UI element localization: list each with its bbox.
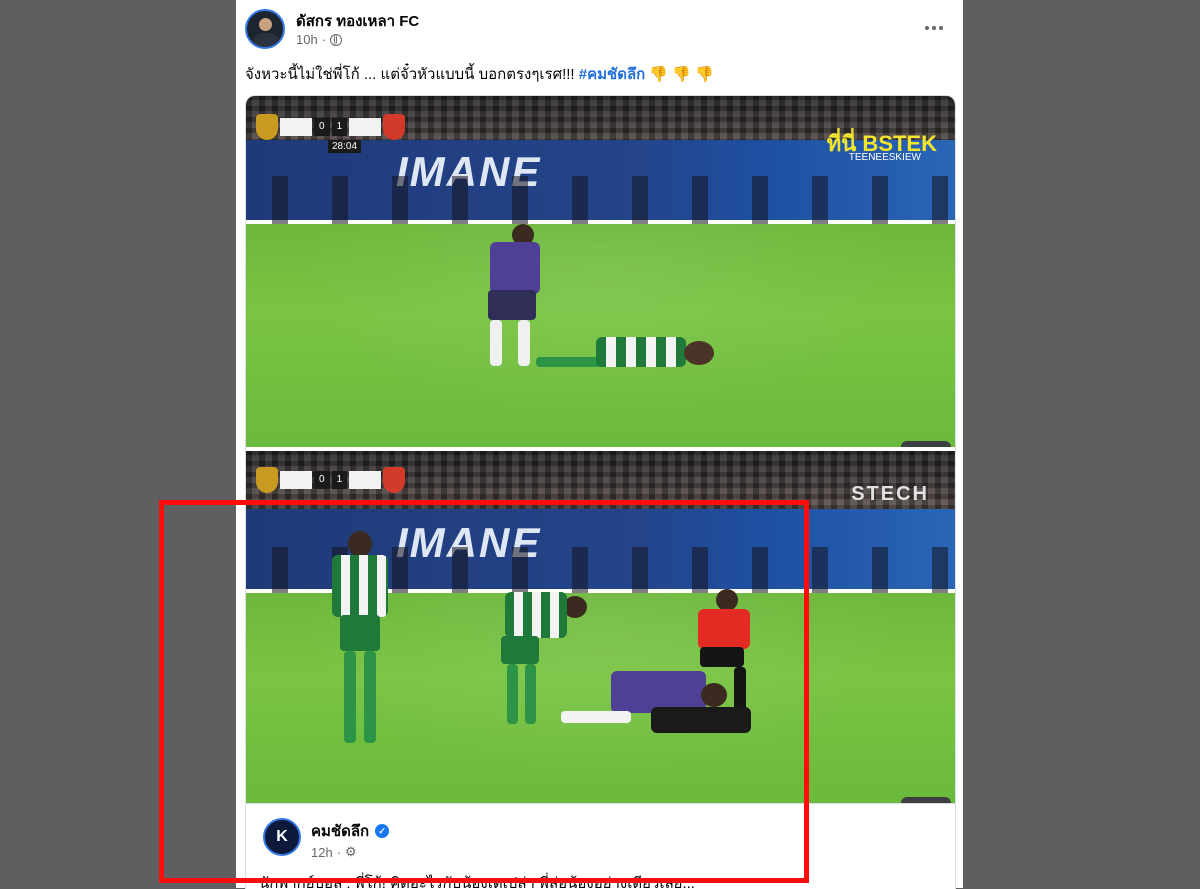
player-leg — [490, 320, 502, 366]
photo-2[interactable]: IMANE 0 1 STECH — [246, 451, 955, 803]
meta-separator: · — [321, 32, 327, 47]
media-frame: IMANE 0 1 28:04 ที่นี่ BSTEK TEENEESKIEW — [245, 95, 956, 889]
home-crest-icon — [256, 114, 278, 140]
scoreboard: 0 1 — [256, 467, 406, 493]
shared-page-avatar[interactable]: K — [263, 818, 301, 856]
away-score: 1 — [331, 471, 348, 489]
meta-separator: · — [336, 844, 342, 860]
shared-text: นักพากย์บอล : พี่โก้! คิดอะไรกับน้องเตเป… — [259, 875, 695, 889]
player-shirt — [505, 592, 567, 638]
post-meta: 10h · — [296, 32, 343, 47]
more-dot-icon — [932, 26, 936, 30]
player-leg — [561, 711, 631, 723]
away-crest-icon — [383, 114, 406, 140]
away-team — [349, 471, 382, 489]
player-shorts — [501, 636, 539, 664]
referee-head — [716, 589, 738, 611]
player-leg — [344, 651, 356, 743]
shared-page-name[interactable]: คมชัดลึก — [311, 819, 369, 843]
post-text: จังหวะนี้ไม่ใช่พี่โก้ ... แต่จั๋วหัวแบบน… — [245, 62, 714, 86]
shared-time[interactable]: 12h — [311, 845, 333, 860]
scroll-tab — [901, 441, 951, 447]
player-shirt — [332, 555, 388, 617]
avatar-body — [253, 33, 279, 47]
away-team — [349, 118, 382, 136]
home-score: 0 — [314, 471, 330, 489]
shared-post-card[interactable]: K คมชัดลึก ✓ 12h · ⚙ นักพากย์บอล : พี่โก… — [246, 803, 955, 889]
author-name[interactable]: ดัสกร ทองเหลา FC — [296, 9, 419, 33]
player-leg — [525, 664, 536, 724]
players-on-ground — [561, 661, 761, 741]
referee-shirt — [698, 609, 750, 649]
player-green-walking — [326, 531, 396, 751]
watermark-sub: TEENEESKIEW — [848, 152, 921, 163]
scoreboard: 0 1 — [256, 114, 406, 140]
home-crest-icon — [256, 467, 278, 493]
more-dot-icon — [925, 26, 929, 30]
player-head — [348, 531, 372, 557]
globe-icon — [330, 33, 343, 46]
hashtag-link[interactable]: #คมชัดลึก — [579, 66, 645, 83]
player-lying — [651, 707, 751, 733]
match-clock: 28:04 — [328, 140, 362, 153]
shared-meta: 12h · ⚙ — [311, 844, 357, 860]
player-shorts — [488, 290, 536, 320]
player-head — [701, 683, 727, 707]
verified-icon: ✓ — [375, 824, 390, 838]
player-head — [684, 341, 714, 365]
post-body: จังหวะนี้ไม่ใช่พี่โก้ ... แต่จั๋วหัวแบบน… — [245, 66, 579, 83]
player-shorts — [340, 615, 380, 651]
thumbs-down-emojis: 👎 👎 👎 — [649, 66, 714, 83]
avatar-head — [259, 18, 272, 31]
photo-1[interactable]: IMANE 0 1 28:04 ที่นี่ BSTEK TEENEESKIEW — [246, 96, 955, 447]
player-leg — [518, 320, 530, 366]
player-green-lying — [536, 331, 736, 376]
author-avatar[interactable] — [245, 9, 285, 49]
away-crest-icon — [383, 467, 406, 493]
post-time[interactable]: 10h — [296, 32, 318, 47]
player-leg — [364, 651, 376, 743]
post-header: ดัสกร ทองเหลา FC 10h · — [236, 0, 963, 58]
home-team — [280, 118, 313, 136]
player-leg — [507, 664, 518, 724]
player-shirt — [490, 242, 540, 294]
more-dot-icon — [939, 26, 943, 30]
shared-page-name-row: คมชัดลึก ✓ — [311, 819, 390, 843]
post-card: ดัสกร ทองเหลา FC 10h · จังหวะนี้ไม่ใช่พี… — [236, 0, 963, 889]
watermark: STECH — [851, 483, 929, 505]
player-shirt — [596, 337, 686, 367]
home-team — [280, 471, 313, 489]
away-score: 1 — [331, 118, 348, 136]
home-score: 0 — [314, 118, 330, 136]
more-options-button[interactable] — [919, 16, 949, 40]
settings-icon: ⚙ — [345, 844, 357, 859]
